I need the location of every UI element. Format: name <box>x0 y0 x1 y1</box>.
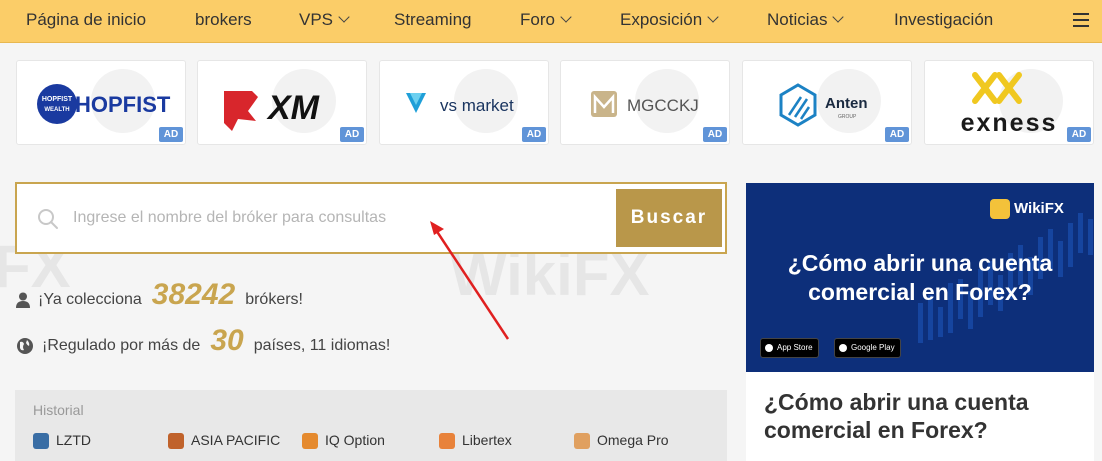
history-item-iq-option[interactable]: IQ Option <box>302 432 385 450</box>
ad-badge: AD <box>522 127 546 142</box>
ad-card-hopfist[interactable]: HOPFIST WEALTH HOPFIST AD <box>16 60 186 145</box>
user-icon <box>16 292 30 308</box>
chevron-down-icon <box>707 11 719 23</box>
country-count-value: 30 <box>210 324 244 357</box>
top-navigation: Página de inicio brokers VPS Streaming F… <box>0 0 1102 43</box>
history-item-lztd[interactable]: LZTD <box>33 432 91 450</box>
ad-badge: AD <box>159 127 183 142</box>
svg-text:vs market: vs market <box>440 96 514 115</box>
search-icon <box>38 209 58 229</box>
nav-item-streaming[interactable]: Streaming <box>394 0 471 40</box>
chevron-down-icon <box>338 11 350 23</box>
nav-item-vps[interactable]: VPS <box>299 0 350 40</box>
ad-card-exness[interactable]: exness AD <box>924 60 1094 145</box>
libertex-icon <box>439 433 455 450</box>
article-title-link[interactable]: ¿Cómo abrir una cuenta comercial en Fore… <box>746 372 1094 461</box>
promo-banner[interactable]: WikiFX ¿Cómo abrir una cuenta comercial … <box>746 183 1094 372</box>
nav-item-exposicion[interactable]: Exposición <box>620 0 719 40</box>
search-input[interactable] <box>73 198 613 238</box>
ad-badge: AD <box>1067 127 1091 142</box>
banner-title: ¿Cómo abrir una cuenta comercial en Fore… <box>787 250 1053 305</box>
ad-card-mgcckj[interactable]: MGCCKJ AD <box>560 60 730 145</box>
nav-item-foro[interactable]: Foro <box>520 0 572 40</box>
globe-icon <box>17 337 33 354</box>
history-title: Historial <box>33 402 84 418</box>
hamburger-menu-icon[interactable] <box>1073 13 1089 27</box>
regulation-stat: ¡Regulado por más de 30 países, 11 idiomas… <box>16 324 390 358</box>
ad-card-xm[interactable]: XM AD <box>197 60 367 145</box>
app-store-badge[interactable]: App Store <box>760 338 819 358</box>
ad-card-vs-market[interactable]: vs market AD <box>379 60 549 145</box>
ad-badge: AD <box>885 127 909 142</box>
chevron-down-icon <box>832 11 845 23</box>
ad-badge: AD <box>703 127 727 142</box>
asia-pacific-icon <box>168 433 184 450</box>
ad-badge: AD <box>340 127 364 142</box>
iq-option-icon <box>302 433 318 450</box>
broker-count-value: 38242 <box>151 278 236 311</box>
svg-text:HOPFIST: HOPFIST <box>42 96 73 103</box>
broker-count-stat: ¡Ya colecciona 38242 brókers! <box>16 278 303 312</box>
svg-text:MGCCKJ: MGCCKJ <box>627 96 699 115</box>
broker-search-box: Buscar <box>15 182 727 254</box>
svg-text:HOPFIST: HOPFIST <box>75 92 171 117</box>
history-panel: Historial LZTD ASIA PACIFIC IQ Option Li… <box>15 390 727 461</box>
svg-text:XM: XM <box>266 89 320 127</box>
google-play-badge[interactable]: Google Play <box>834 338 901 358</box>
svg-text:GROUP: GROUP <box>838 114 857 120</box>
lztd-icon <box>33 433 49 450</box>
chevron-down-icon <box>560 11 572 23</box>
ad-card-anten[interactable]: Anten GROUP AD <box>742 60 912 145</box>
svg-text:WEALTH: WEALTH <box>44 107 69 113</box>
search-button[interactable]: Buscar <box>616 189 722 247</box>
nav-item-brokers[interactable]: brokers <box>195 0 252 40</box>
history-item-omega-pro[interactable]: Omega Pro <box>574 432 669 450</box>
nav-item-noticias[interactable]: Noticias <box>767 0 845 40</box>
annotation-arrow <box>430 221 510 340</box>
svg-text:exness: exness <box>961 109 1058 137</box>
history-item-libertex[interactable]: Libertex <box>439 432 512 450</box>
history-item-asia-pacific[interactable]: ASIA PACIFIC <box>168 432 280 450</box>
nav-item-home[interactable]: Página de inicio <box>26 0 146 40</box>
svg-text:Anten: Anten <box>825 95 868 112</box>
omega-pro-icon <box>574 433 590 450</box>
wikifx-logo: WikiFX <box>990 199 1064 221</box>
nav-item-investigacion[interactable]: Investigación <box>894 0 993 40</box>
